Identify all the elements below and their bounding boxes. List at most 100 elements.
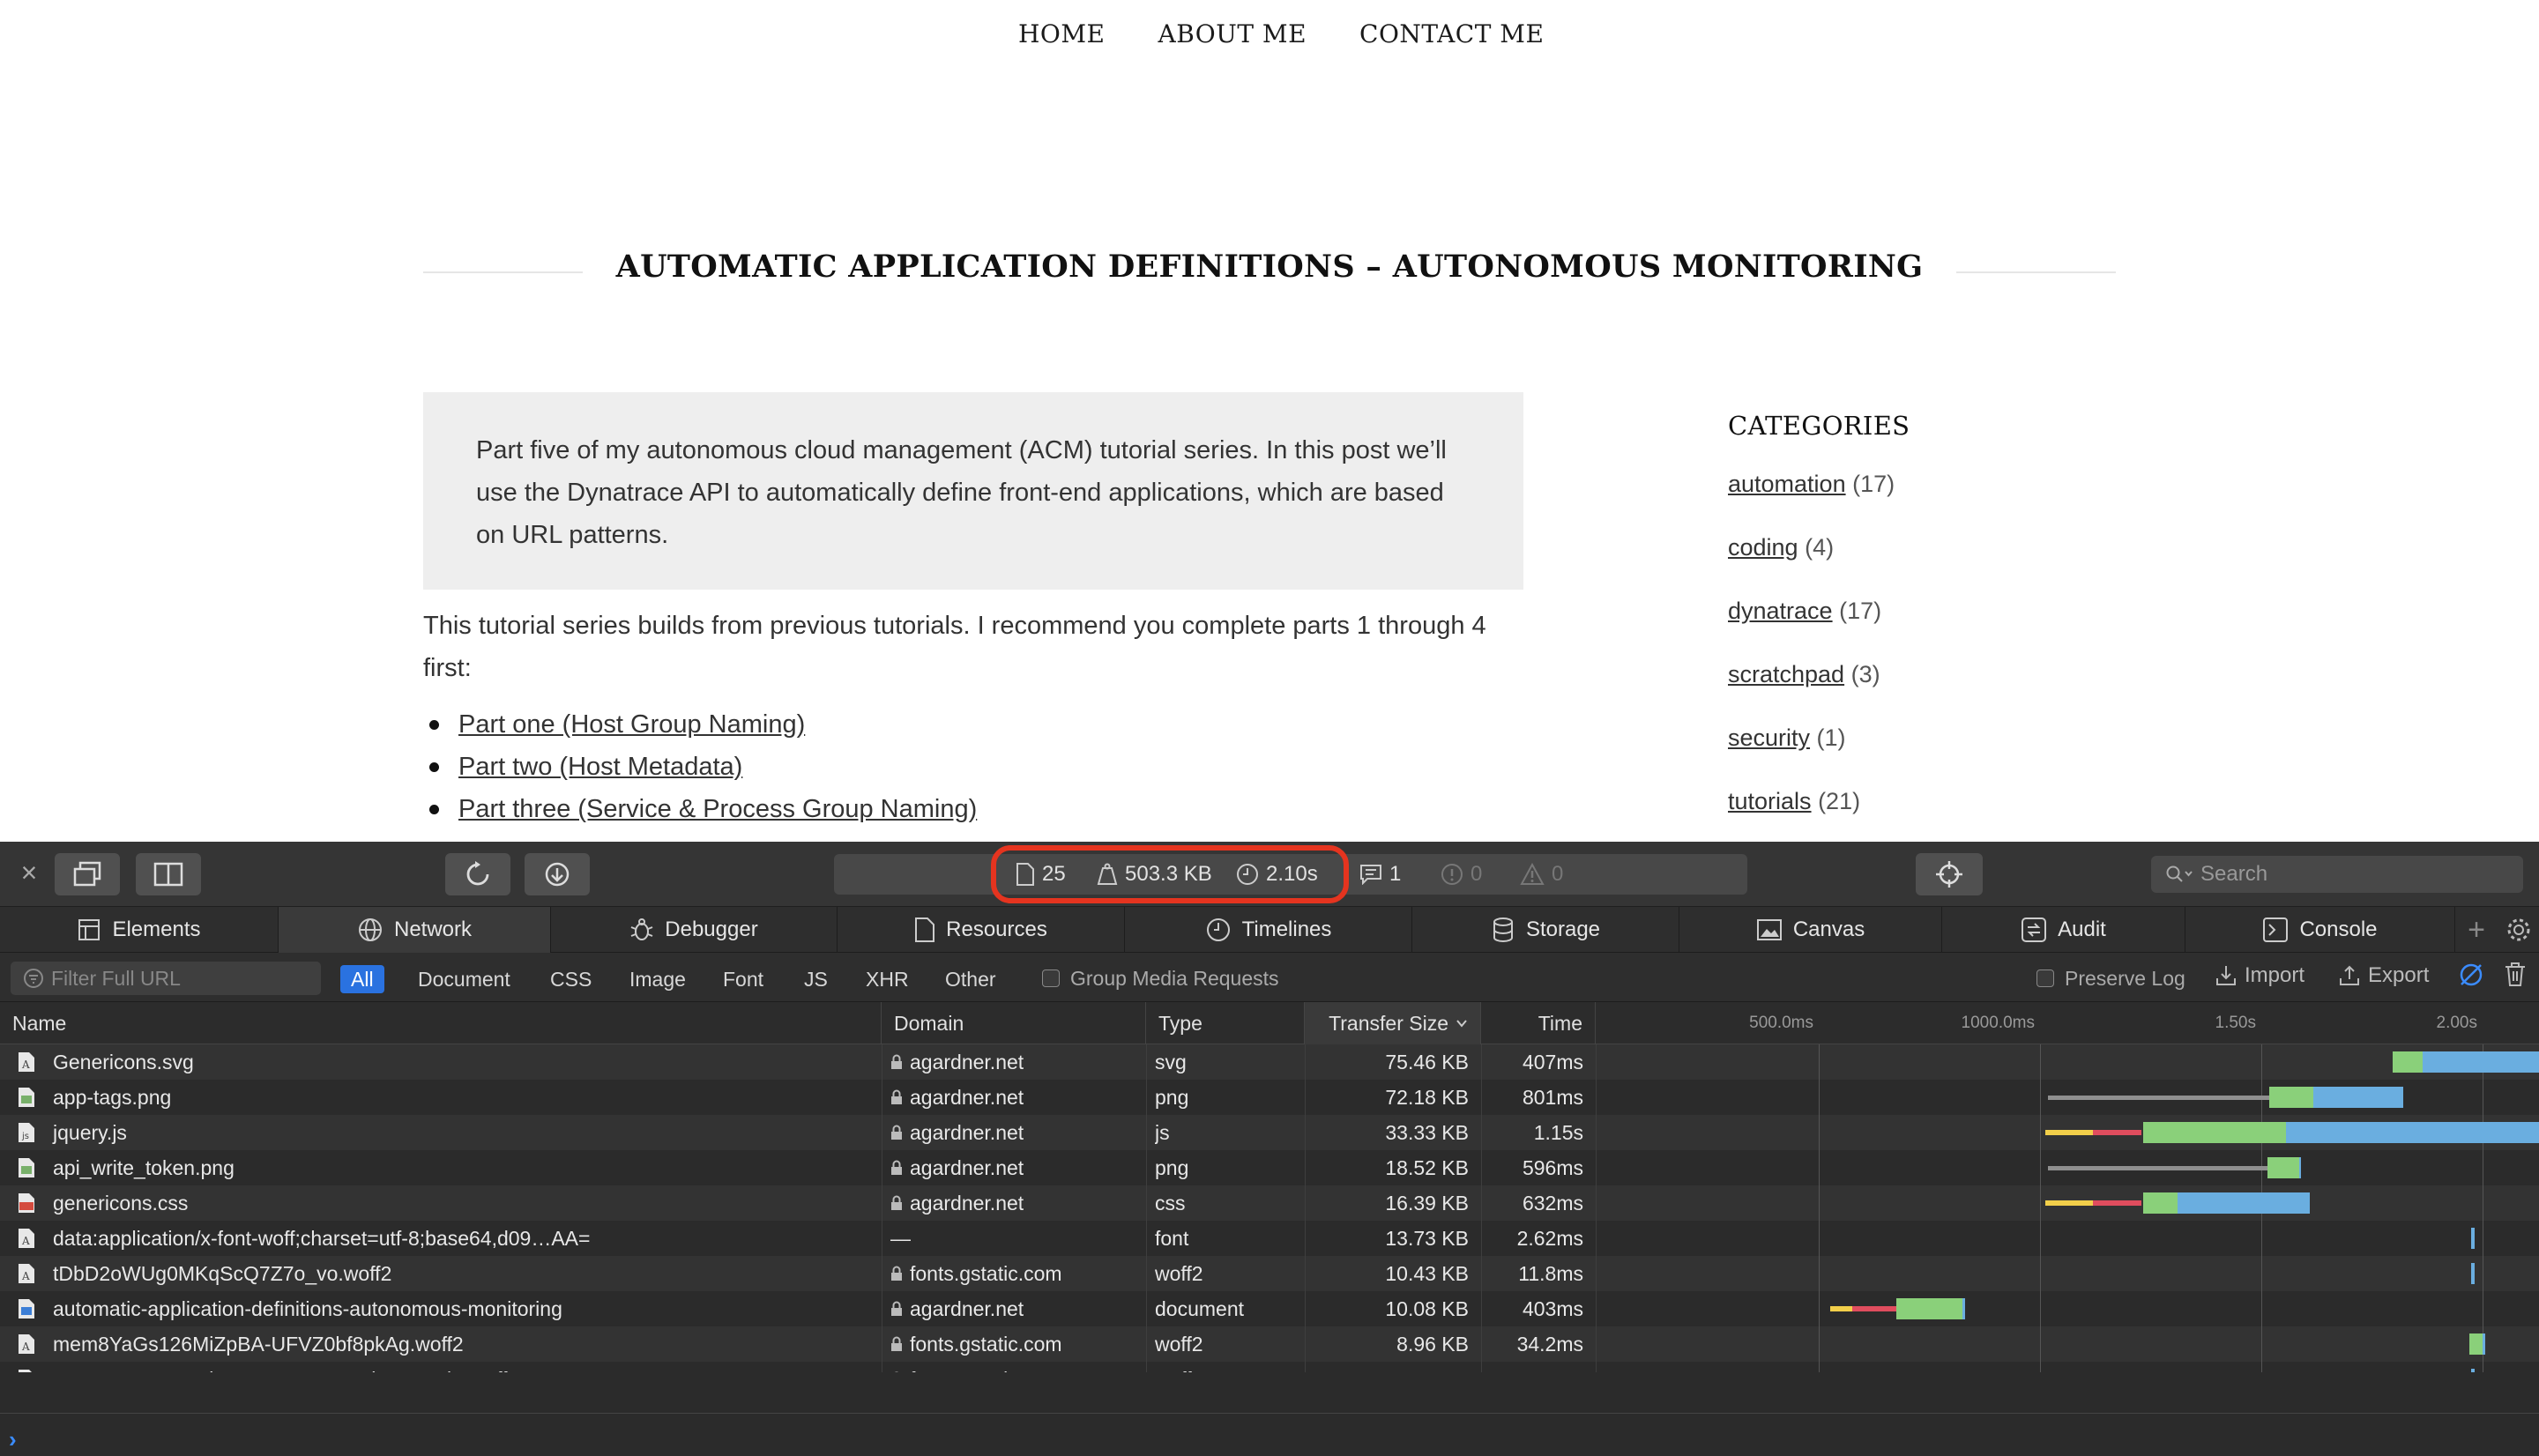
tab-timelines[interactable]: Timelines (1125, 907, 1412, 953)
settings-button[interactable] (2498, 907, 2539, 953)
preserve-log-checkbox[interactable]: Preserve Log (2036, 965, 2185, 992)
download-button[interactable] (525, 853, 590, 895)
lock-icon (891, 1336, 902, 1351)
search-icon (2166, 865, 2193, 882)
request-type: css (1155, 1191, 1186, 1215)
request-type: woff2 (1155, 1362, 1300, 1373)
request-time: 632ms (1522, 1191, 1583, 1215)
request-transfer-size: 72.18 KB (1385, 1085, 1469, 1109)
warning-count[interactable]: 0 (1520, 854, 1563, 895)
inspector-tab-bar: Elements Network Debugger Resources Time… (0, 907, 2539, 953)
part-two-link[interactable]: Part two (Host Metadata) (458, 753, 742, 781)
tab-resources[interactable]: Resources (838, 907, 1125, 953)
request-type: png (1155, 1085, 1189, 1109)
column-divider (1305, 1044, 1306, 1372)
request-transfer-size: 8.96 KB (1396, 1332, 1469, 1356)
inspect-element-button[interactable] (1916, 853, 1983, 895)
nav-about-link[interactable]: ABOUT ME (1158, 19, 1307, 48)
import-button[interactable]: Import (2215, 963, 2304, 988)
lock-icon (891, 1160, 902, 1175)
lock-icon (891, 1195, 902, 1210)
category-link[interactable]: dynatrace (1728, 598, 1833, 624)
filter-font[interactable]: Font (712, 965, 774, 993)
timing-marker (2470, 1369, 2475, 1372)
tab-elements[interactable]: Elements (0, 907, 279, 953)
tab-console[interactable]: Console (2185, 907, 2455, 953)
request-name-cell: app-tags.png (18, 1080, 877, 1115)
lock-icon (891, 1125, 902, 1140)
filter-all[interactable]: All (340, 965, 384, 993)
nav-contact-link[interactable]: CONTACT ME (1359, 19, 1544, 48)
column-header-time[interactable]: Time (1481, 1002, 1596, 1044)
timeline-tick-label: 1.50s (2215, 1014, 2256, 1032)
tab-audit[interactable]: Audit (1942, 907, 2185, 953)
filter-xhr[interactable]: XHR (855, 965, 920, 993)
reload-button[interactable] (445, 853, 510, 895)
error-count[interactable]: 0 (1441, 854, 1482, 895)
dock-side-button[interactable] (136, 853, 201, 895)
group-media-checkbox[interactable]: Group Media Requests (1042, 965, 1279, 992)
nav-home-link[interactable]: HOME (1018, 19, 1105, 48)
checkbox[interactable] (2036, 969, 2054, 987)
table-row[interactable]: Amem8YaGs126MiZpBA-UFVZ0bf8pkAg.woff2 fon… (0, 1326, 2539, 1362)
tab-storage[interactable]: Storage (1412, 907, 1679, 953)
table-row[interactable]: A Genericons.svg agardner.net svg 75.46 KB 40… (0, 1044, 2539, 1080)
request-transfer-size: 16.39 KB (1385, 1191, 1469, 1215)
category-link[interactable]: tutorials (1728, 788, 1812, 814)
request-domain-cell: fonts.gstatic.com (890, 1362, 1142, 1372)
tab-network[interactable]: Network (279, 907, 551, 953)
request-time: 801ms (1522, 1085, 1583, 1109)
category-link[interactable]: scratchpad (1728, 661, 1844, 687)
category-link[interactable]: security (1728, 724, 1810, 751)
tab-label: Console (2299, 917, 2378, 941)
disable-cache-button[interactable] (2458, 962, 2484, 988)
table-row[interactable]: AtDbD2oWUg0MKqScQ7Z7o_vo.woff2 fonts.gsta… (0, 1256, 2539, 1291)
request-domain-cell: agardner.net (890, 1080, 1142, 1115)
tab-debugger[interactable]: Debugger (551, 907, 838, 953)
column-header-domain[interactable]: Domain (882, 1002, 1146, 1044)
column-header-transfer-size[interactable]: Transfer Size (1305, 1002, 1481, 1044)
log-count-value: 1 (1389, 862, 1402, 886)
filter-image[interactable]: Image (619, 965, 696, 993)
table-row[interactable]: Adata:application/x-font-woff;charset=ut… (0, 1221, 2539, 1256)
undock-button[interactable] (55, 853, 120, 895)
filter-other[interactable]: Other (934, 965, 1007, 993)
new-tab-button[interactable]: + (2455, 907, 2498, 953)
column-header-name[interactable]: Name (0, 1002, 882, 1044)
log-count[interactable]: 1 (1359, 854, 1401, 895)
category-link[interactable]: automation (1728, 471, 1846, 497)
category-link[interactable]: coding (1728, 534, 1798, 561)
search-input[interactable]: Search (2151, 856, 2523, 893)
filter-url-input[interactable]: Filter Full URL (11, 962, 321, 995)
checkbox[interactable] (1042, 969, 1060, 987)
request-name: tDbD2oWUg0MKqScQ7Z7o_vo.woff2 (53, 1261, 392, 1285)
filter-css[interactable]: CSS (540, 965, 602, 993)
request-type: font (1155, 1226, 1189, 1250)
console-prompt-bar[interactable]: › (0, 1413, 2539, 1456)
table-row[interactable]: automatic-application-definitions-autono… (0, 1291, 2539, 1326)
database-icon (1493, 917, 1513, 942)
category-item: coding (4) (1728, 534, 1910, 598)
request-transfer-size: 75.46 KB (1385, 1050, 1469, 1073)
response-bar (2298, 1157, 2302, 1178)
export-button[interactable]: Export (2338, 963, 2429, 988)
tab-canvas[interactable]: Canvas (1679, 907, 1942, 953)
request-domain: fonts.gstatic.com (910, 1261, 1062, 1285)
resources-icon (915, 917, 935, 942)
close-icon[interactable]: × (16, 858, 42, 887)
filter-js[interactable]: JS (793, 965, 838, 993)
part-one-link[interactable]: Part one (Host Group Naming) (458, 710, 805, 739)
filter-document[interactable]: Document (407, 965, 521, 993)
category-item: automation (17) (1728, 471, 1910, 534)
connect-bar (1851, 1306, 1896, 1311)
inspector-toolbar: × 25 503.3 KB 2.10s 1 0 0 Search (0, 842, 2539, 907)
part-three-link[interactable]: Part three (Service & Process Group Nami… (458, 795, 977, 823)
category-item: scratchpad (3) (1728, 661, 1910, 724)
request-transfer-size: 10.08 KB (1385, 1296, 1469, 1320)
request-type: document (1155, 1296, 1245, 1320)
category-count: (17) (1852, 471, 1895, 497)
clear-log-button[interactable] (2504, 962, 2527, 988)
table-row[interactable]: Amem5YaGs126MiZpBA-UN7rgOUuhpKKSTjw.woff… (0, 1362, 2539, 1372)
request-type: svg (1155, 1050, 1187, 1073)
column-header-type[interactable]: Type (1146, 1002, 1305, 1044)
